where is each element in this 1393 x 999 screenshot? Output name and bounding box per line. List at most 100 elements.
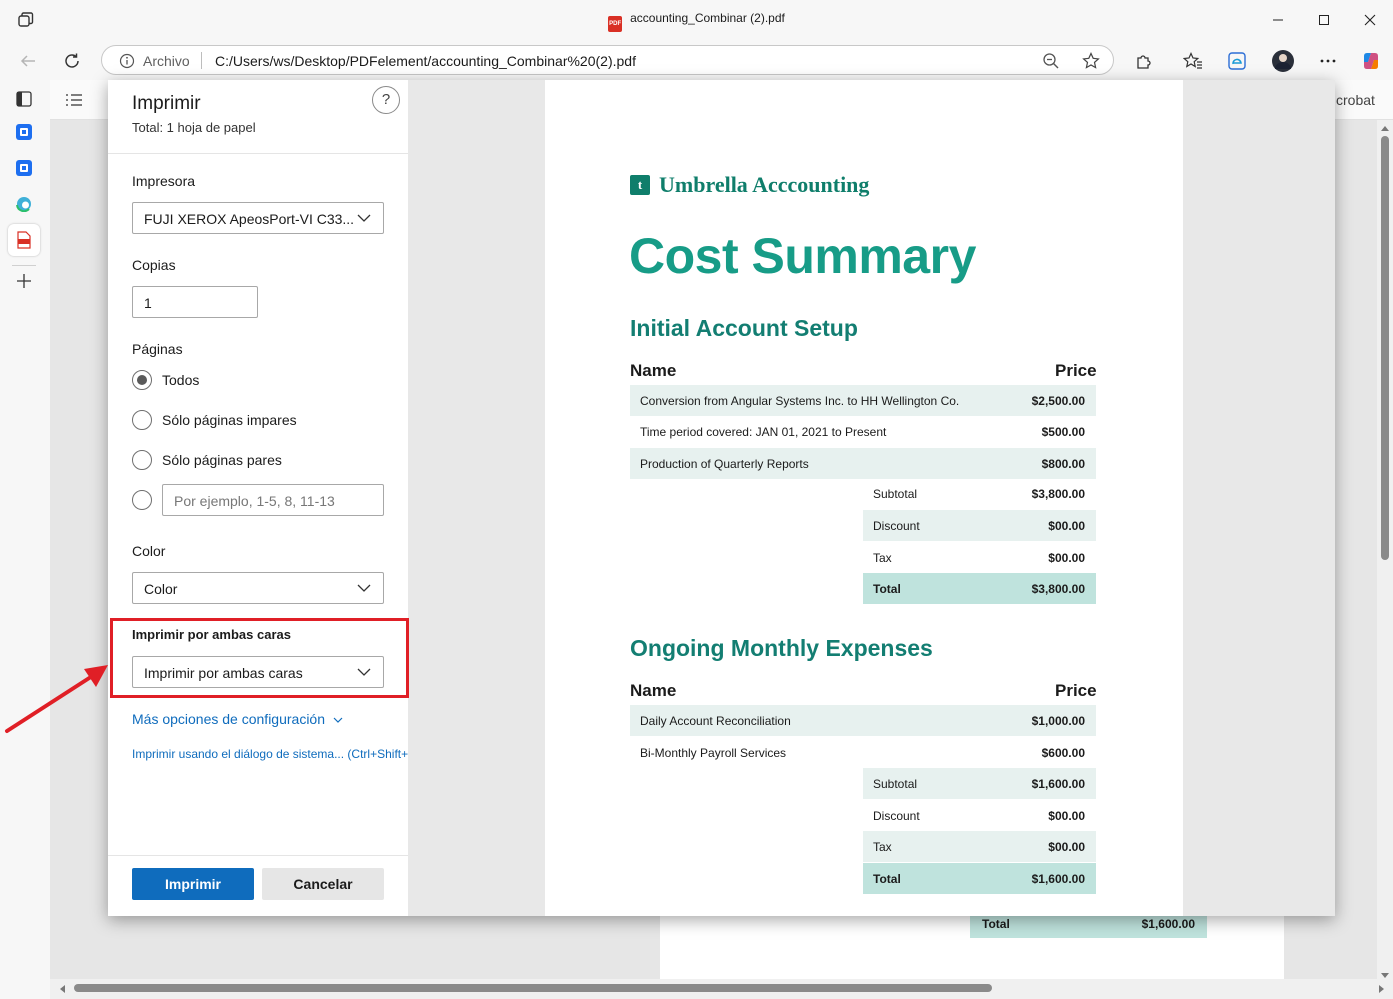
print-dialog: Imprimir Total: 1 hoja de papel ? Impres…	[108, 80, 1335, 916]
navigation-bar: Archivo C:/Users/ws/Desktop/PDFelement/a…	[0, 40, 1393, 80]
summary-label: Discount	[873, 809, 920, 823]
summary-row-total: Total $1,600.00	[863, 863, 1096, 894]
pages-range-placeholder: Por ejemplo, 1-5, 8, 11-13	[174, 493, 335, 509]
tab-pdfelement-2[interactable]	[13, 157, 35, 179]
copilot-button[interactable]	[1358, 48, 1384, 74]
pages-label: Páginas	[132, 341, 183, 357]
print-dialog-title: Imprimir	[132, 93, 201, 114]
copies-input[interactable]: 1	[132, 286, 258, 318]
tab-pdfelement-1[interactable]	[13, 121, 35, 143]
scroll-left-icon[interactable]	[58, 984, 66, 994]
header-divider	[108, 153, 408, 154]
table-row: Conversion from Angular Systems Inc. to …	[630, 385, 1096, 416]
pdf-file-icon	[17, 231, 31, 249]
column-header-name: Name	[630, 361, 677, 380]
summary-row-total: Total $3,800.00	[863, 573, 1096, 604]
table-of-contents-icon[interactable]	[65, 93, 83, 107]
scroll-right-icon[interactable]	[1378, 984, 1386, 994]
radio-unselected[interactable]	[132, 490, 152, 510]
column-header-price: Price	[1055, 681, 1097, 700]
more-button[interactable]	[1315, 48, 1341, 74]
summary-row-subtotal: Subtotal $1,600.00	[863, 768, 1096, 799]
brand-name: Umbrella Acccounting	[659, 172, 870, 197]
minimize-button[interactable]	[1266, 8, 1290, 32]
summary-label: Discount	[873, 519, 920, 533]
summary-value: $1,600.00	[1031, 872, 1085, 886]
edge-icon	[16, 197, 31, 212]
acrobat-label[interactable]: crobat	[1336, 92, 1375, 108]
color-label: Color	[132, 543, 166, 559]
horizontal-scrollbar-thumb[interactable]	[74, 984, 992, 992]
summary-value: $00.00	[1048, 840, 1085, 854]
back-button[interactable]	[15, 48, 41, 74]
browser-essentials-button[interactable]	[1224, 48, 1250, 74]
color-select[interactable]: Color	[132, 572, 384, 604]
summary-value: $3,800.00	[1031, 582, 1085, 596]
back-arrow-icon	[20, 55, 35, 67]
radio-unselected[interactable]	[132, 410, 152, 430]
umbrella-logo-icon: t	[630, 175, 650, 195]
sidebar-panel-icon	[16, 91, 32, 107]
row-name: Bi-Monthly Payroll Services	[640, 746, 787, 760]
address-url[interactable]: C:/Users/ws/Desktop/PDFelement/accountin…	[215, 53, 636, 69]
address-bar[interactable]: Archivo C:/Users/ws/Desktop/PDFelement/a…	[101, 45, 1114, 75]
column-header-name: Name	[630, 681, 677, 700]
cancel-button[interactable]: Cancelar	[262, 868, 384, 900]
printer-select-value: FUJI XEROX ApeosPort-VI C33...	[144, 211, 355, 227]
background-total-value: $1,600.00	[1141, 917, 1195, 931]
row-name: Daily Account Reconciliation	[640, 714, 791, 728]
summary-row-discount: Discount $00.00	[863, 800, 1096, 831]
title-bar: PDF accounting_Combinar (2).pdf	[0, 0, 1393, 40]
new-tab-button[interactable]	[13, 270, 35, 292]
refresh-button[interactable]	[59, 48, 85, 74]
section-heading: Ongoing Monthly Expenses	[630, 635, 933, 661]
annotation-arrow-icon	[5, 665, 108, 733]
footer-divider	[108, 855, 408, 856]
summary-label: Subtotal	[873, 487, 918, 501]
scroll-up-icon[interactable]	[1380, 124, 1390, 132]
close-window-button[interactable]	[1358, 8, 1382, 32]
summary-label: Tax	[873, 840, 892, 854]
puzzle-icon	[1137, 55, 1151, 69]
vertical-scrollbar-thumb[interactable]	[1381, 136, 1389, 560]
tab-edge[interactable]	[13, 193, 35, 215]
zoom-out-icon[interactable]	[1042, 52, 1060, 70]
favorites-icon	[1183, 52, 1202, 69]
copilot-icon	[1364, 53, 1378, 69]
sidebar-toggle[interactable]	[13, 88, 35, 110]
system-dialog-link[interactable]: Imprimir usando el diálogo de sistema...…	[132, 747, 408, 761]
table-row: Production of Quarterly Reports $800.00	[630, 448, 1096, 479]
column-header-price: Price	[1055, 361, 1097, 380]
row-price: $800.00	[1041, 457, 1085, 471]
profile-avatar	[1272, 50, 1294, 72]
radio-unselected[interactable]	[132, 450, 152, 470]
row-price: $1,000.00	[1031, 714, 1085, 728]
radio-selected[interactable]	[132, 370, 152, 390]
chevron-down-icon	[333, 717, 343, 723]
pages-range-input[interactable]: Por ejemplo, 1-5, 8, 11-13	[162, 484, 384, 516]
summary-value: $00.00	[1048, 519, 1085, 533]
favorites-button[interactable]	[1180, 48, 1206, 74]
star-icon[interactable]	[1082, 52, 1100, 70]
profile-button[interactable]	[1270, 48, 1296, 74]
extensions-button[interactable]	[1131, 48, 1157, 74]
pdfelement-app-icon	[16, 124, 32, 140]
info-icon[interactable]	[119, 53, 135, 69]
summary-label: Total	[873, 582, 901, 596]
browser-essentials-icon	[1228, 52, 1246, 70]
tab-pdf-active[interactable]	[8, 224, 40, 256]
copies-input-value: 1	[144, 295, 152, 311]
section-heading: Initial Account Setup	[630, 315, 858, 341]
more-settings-link[interactable]: Más opciones de configuración	[132, 711, 343, 727]
summary-value: $00.00	[1048, 551, 1085, 565]
print-settings-panel: Imprimir Total: 1 hoja de papel ? Impres…	[108, 80, 408, 916]
tab-strip-divider	[12, 265, 36, 266]
chevron-down-icon	[357, 584, 371, 592]
maximize-button[interactable]	[1312, 8, 1336, 32]
table-row: Time period covered: JAN 01, 2021 to Pre…	[630, 416, 1096, 447]
vertical-tab-strip	[0, 80, 50, 999]
printer-select[interactable]: FUJI XEROX ApeosPort-VI C33...	[132, 202, 384, 234]
row-price: $600.00	[1041, 746, 1085, 760]
help-button[interactable]: ?	[372, 86, 400, 114]
print-button[interactable]: Imprimir	[132, 868, 254, 900]
